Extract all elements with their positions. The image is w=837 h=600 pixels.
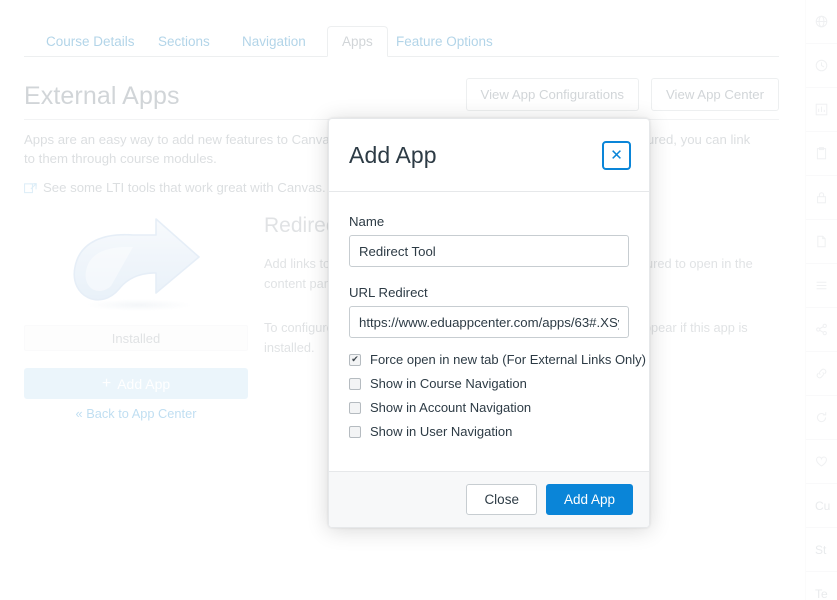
back-to-app-center-link[interactable]: « Back to App Center (24, 406, 248, 421)
installed-label: Installed (111, 330, 161, 346)
heart-icon (816, 456, 827, 467)
close-button[interactable]: Close (466, 484, 537, 515)
document-icon (817, 235, 826, 248)
chart-bar-icon (815, 103, 828, 116)
name-input[interactable] (349, 235, 629, 267)
force-new-tab-checkbox[interactable] (349, 353, 361, 366)
sidebar-item-list[interactable] (806, 264, 837, 308)
tab-label: Apps (342, 34, 373, 49)
sidebar-item-chart[interactable] (806, 88, 837, 132)
modal-header: Add App ✕ (329, 119, 649, 192)
share-icon (816, 323, 827, 336)
show-in-course-navigation-label: Show in Course Navigation (370, 376, 527, 391)
modal-title: Add App (349, 141, 437, 168)
add-app-button-background[interactable]: + Add App (24, 368, 248, 399)
add-app-label: Add App (117, 375, 171, 392)
header-action-buttons: View App Configurations View App Center (465, 78, 779, 111)
external-link-icon (24, 182, 37, 193)
sidebar-item-label: St (815, 542, 827, 557)
add-app-submit-button[interactable]: Add App (545, 484, 633, 515)
globe-icon (815, 15, 828, 28)
tab-sections[interactable]: Sections (144, 26, 224, 57)
tab-label: Navigation (242, 34, 306, 49)
tab-navigation[interactable]: Navigation (228, 26, 320, 57)
url-redirect-field-group: URL Redirect (349, 285, 629, 338)
checkbox-row-force-new-tab[interactable]: Force open in new tab (For External Link… (349, 352, 646, 367)
tab-label: Feature Options (396, 34, 493, 49)
right-edge-sidebar: Cu St Te (805, 0, 837, 600)
checkbox-row-user-navigation[interactable]: Show in User Navigation (349, 424, 629, 439)
checkbox-row-account-navigation[interactable]: Show in Account Navigation (349, 400, 629, 415)
sidebar-item-label: Cu (815, 498, 831, 513)
sidebar-item-text-3[interactable]: Te (806, 572, 837, 600)
sidebar-item-globe[interactable] (806, 0, 837, 44)
sidebar-item-text-2[interactable]: St (806, 528, 837, 572)
show-in-course-navigation-checkbox[interactable] (349, 377, 361, 390)
sidebar-item-refresh[interactable] (806, 396, 837, 440)
sidebar-item-share[interactable] (806, 308, 837, 352)
checkbox-row-course-navigation[interactable]: Show in Course Navigation (349, 376, 629, 391)
sidebar-item-clipboard[interactable] (806, 132, 837, 176)
show-in-account-navigation-checkbox[interactable] (349, 401, 361, 414)
sidebar-item-text-1[interactable]: Cu (806, 484, 837, 528)
settings-tab-bar: Course Details Sections Navigation Apps … (24, 26, 779, 57)
sidebar-item-lock[interactable] (806, 176, 837, 220)
tab-course-details[interactable]: Course Details (32, 26, 149, 57)
list-icon (816, 281, 827, 290)
tab-apps[interactable]: Apps (327, 26, 388, 57)
lti-link-text: See some LTI tools that work great with … (43, 180, 326, 195)
url-redirect-field-label: URL Redirect (349, 285, 428, 300)
installed-status-button[interactable]: Installed (24, 325, 248, 351)
sidebar-item-clock[interactable] (806, 44, 837, 88)
tab-label: Course Details (46, 34, 135, 49)
lock-icon (817, 192, 826, 204)
modal-body: Name URL Redirect Force open in new tab … (329, 192, 649, 471)
tab-label: Sections (158, 34, 210, 49)
view-app-configurations-button[interactable]: View App Configurations (465, 78, 639, 111)
clipboard-icon (816, 147, 827, 160)
sidebar-item-label: Te (815, 586, 828, 600)
app-page: Course Details Sections Navigation Apps … (0, 0, 837, 600)
tab-feature-options[interactable]: Feature Options (382, 26, 507, 57)
name-field-label: Name (349, 214, 385, 229)
name-field-group: Name (349, 214, 629, 267)
force-new-tab-label: Force open in new tab (For External Link… (370, 352, 647, 367)
sidebar-item-link[interactable] (806, 352, 837, 396)
url-redirect-input[interactable] (349, 306, 629, 338)
view-app-center-button[interactable]: View App Center (651, 78, 779, 111)
plus-icon: + (101, 374, 112, 392)
modal-checkbox-group: Force open in new tab (For External Link… (349, 352, 646, 439)
clock-icon (815, 59, 828, 72)
sidebar-item-document[interactable] (806, 220, 837, 264)
app-icon-container (22, 210, 250, 320)
sidebar-item-heart[interactable] (806, 440, 837, 484)
show-in-user-navigation-checkbox[interactable] (349, 425, 361, 438)
show-in-account-navigation-label: Show in Account Navigation (370, 400, 532, 415)
redirect-arrow-icon (73, 218, 200, 311)
close-icon[interactable]: ✕ (602, 140, 631, 170)
lti-tools-link[interactable]: See some LTI tools that work great with … (24, 180, 326, 195)
page-title: External Apps (24, 82, 180, 110)
show-in-user-navigation-label: Show in User Navigation (370, 424, 513, 439)
link-icon (816, 368, 827, 379)
add-app-modal: Add App ✕ Name URL Redirect Force open i… (328, 118, 650, 528)
modal-footer: Close Add App (329, 471, 649, 527)
refresh-icon (816, 412, 827, 423)
